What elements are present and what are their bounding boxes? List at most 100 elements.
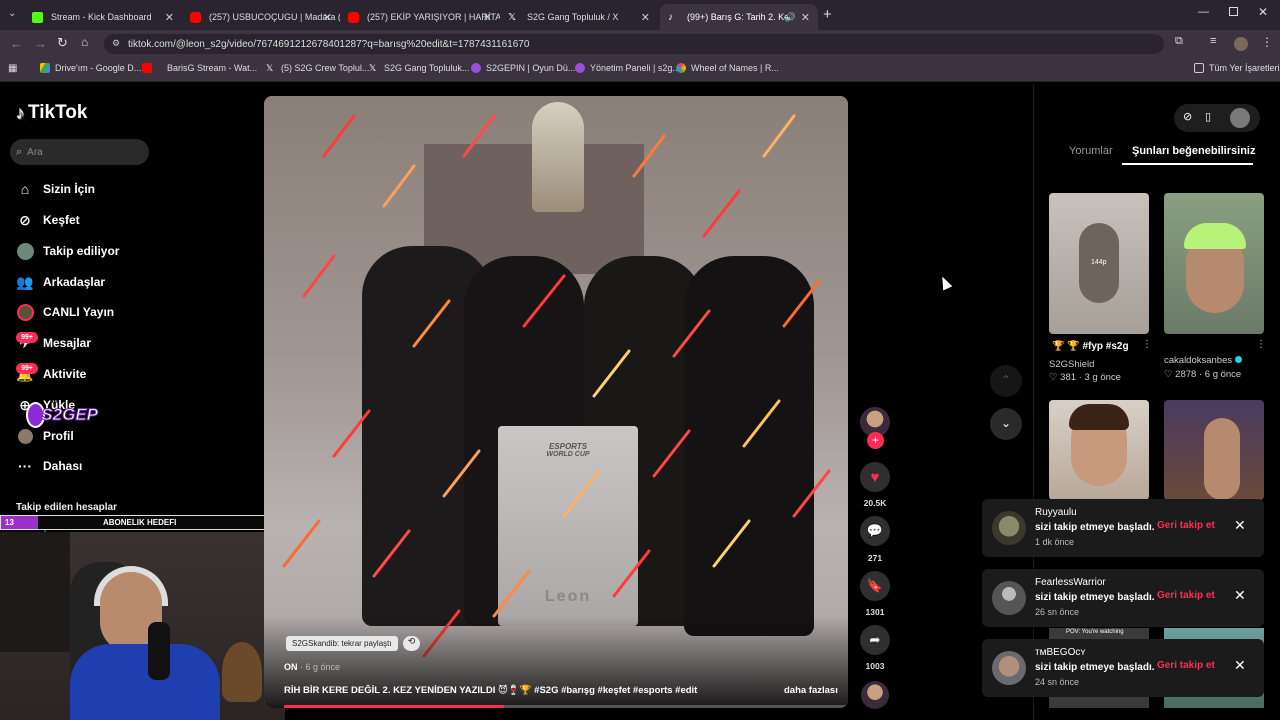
media-controls-icon[interactable]: ≡ <box>1210 35 1216 47</box>
avatar[interactable] <box>992 581 1026 615</box>
sound-avatar[interactable] <box>861 681 889 709</box>
close-tab-icon[interactable]: ✕ <box>165 11 174 24</box>
follow-plus-icon[interactable]: + <box>867 432 884 449</box>
search-input[interactable]: ⌕ Ara <box>10 139 149 165</box>
tiktok-favicon-icon: ♪ <box>668 11 673 23</box>
url-bar[interactable]: ⚙ tiktok.com/@leon_s2g/video/76746912126… <box>104 34 1164 54</box>
device-icon[interactable]: ▯ <box>1205 110 1211 123</box>
restore-button[interactable] <box>1229 7 1238 16</box>
back-icon[interactable]: ← <box>10 36 23 51</box>
caption-more-link[interactable]: daha fazlası <box>784 685 838 696</box>
user-avatar-icon[interactable] <box>1230 108 1250 128</box>
reload-icon[interactable]: ↻ <box>57 35 68 51</box>
friends-icon: 👥 <box>16 273 34 290</box>
video-author[interactable]: ON <box>284 662 298 672</box>
new-tab-button[interactable]: + <box>823 6 832 23</box>
extensions-icon[interactable]: ⧉ <box>1175 35 1183 48</box>
all-bookmarks[interactable]: Tüm Yer İşaretleri <box>1194 63 1280 73</box>
nav-friends[interactable]: 👥 Arkadaşlar <box>16 273 105 291</box>
home-icon[interactable]: ⌂ <box>81 35 88 49</box>
bookmark-item[interactable]: BarisG Stream - Wat... <box>142 63 257 73</box>
panel-icon <box>575 63 585 73</box>
video-options-icon[interactable]: ⋮ <box>1256 339 1266 350</box>
site-info-icon[interactable]: ⚙ <box>112 38 120 49</box>
bookmark-item[interactable]: Drive'ım - Google D... <box>40 63 141 73</box>
youtube-favicon-icon <box>190 11 201 23</box>
bookmark-item[interactable]: S2GEPIN | Oyun Dü... <box>471 63 575 73</box>
heart-outline-icon: ♡ <box>1049 372 1058 383</box>
bookmark-item[interactable]: Yönetim Paneli | s2g... <box>575 63 680 73</box>
close-tab-icon[interactable]: ✕ <box>641 11 650 24</box>
bookmark-item[interactable]: 𝕏 (5) S2G Crew Toplul... <box>266 63 369 73</box>
minimize-button[interactable]: — <box>1198 6 1209 18</box>
follow-notification[interactable]: ᴛᴍBEGOᴄʏ sizi takip etmeye başladı. 24 s… <box>982 639 1264 697</box>
profile-avatar-icon[interactable] <box>1234 37 1248 51</box>
close-icon[interactable]: ✕ <box>1234 657 1246 674</box>
tiktok-logo[interactable]: ♪ TikTok <box>16 102 87 124</box>
browser-tab[interactable]: Stream - Kick Dashboard ✕ <box>24 4 182 30</box>
share-button[interactable]: ➦ <box>860 625 890 655</box>
home-icon: ⌂ <box>20 181 30 197</box>
share-count: 1003 <box>865 661 885 671</box>
follow-back-button[interactable]: Geri takip et <box>1157 660 1215 671</box>
messages-badge: 99+ <box>16 332 38 343</box>
follow-back-button[interactable]: Geri takip et <box>1157 520 1215 531</box>
following-icon <box>16 242 34 260</box>
follow-notification[interactable]: FearlessWarrior sizi takip etmeye başlad… <box>982 569 1264 627</box>
apps-grid-icon[interactable]: ▦ <box>8 63 17 74</box>
close-tab-icon[interactable]: ✕ <box>801 11 810 24</box>
bookmark-item[interactable]: Wheel of Names | R... <box>676 63 779 73</box>
video-options-icon[interactable]: ⋮ <box>1142 339 1152 350</box>
recommended-video-title[interactable]: 🏆 🏆 #fyp #s2g <box>1052 341 1129 352</box>
nav-for-you[interactable]: ⌂ Sizin İçin <box>16 180 95 198</box>
recommended-video-thumbnail[interactable] <box>1164 193 1264 334</box>
browser-tab[interactable]: (257) USBUCOÇUGU | Madara ( ✕ <box>182 4 340 30</box>
nav-explore[interactable]: ⊘ Keşfet <box>16 211 80 229</box>
recommended-video-thumbnail[interactable]: 144p <box>1049 193 1149 334</box>
close-icon[interactable]: ✕ <box>1234 517 1246 534</box>
recommended-video-author[interactable]: cakaldoksanbes <box>1164 355 1242 366</box>
nav-following[interactable]: Takip ediliyor <box>16 242 119 260</box>
close-window-button[interactable]: ✕ <box>1258 5 1268 19</box>
follow-back-button[interactable]: Geri takip et <box>1157 590 1215 601</box>
previous-video-button[interactable]: ⌃ <box>990 365 1022 397</box>
share-icon: ➦ <box>869 632 881 647</box>
next-video-button[interactable]: ⌄ <box>990 408 1022 440</box>
thumb-hair <box>1069 404 1129 430</box>
bookmark-item[interactable]: 𝕏 S2G Gang Topluluk... <box>369 63 469 73</box>
tab-list-dropdown-icon[interactable]: ⌄ <box>8 8 16 19</box>
tab-you-may-like[interactable]: Şunları beğenebilirsiniz <box>1132 145 1255 157</box>
repost-icon[interactable]: ⟲ <box>403 636 420 651</box>
repost-chip[interactable]: S2GSkandib: tekrar paylaştı <box>286 636 398 651</box>
browser-tab[interactable]: (257) EKİP YARIŞIYOR | HARİTA ✕ <box>340 4 500 30</box>
recommended-video-thumbnail[interactable] <box>1049 400 1149 500</box>
avatar[interactable] <box>992 511 1026 545</box>
video-player[interactable]: ESPORTS WORLD CUP Leon S2GSkandib: tekra… <box>264 96 848 708</box>
recommended-video-author[interactable]: S2GShield <box>1049 359 1094 370</box>
tab-comments[interactable]: Yorumlar <box>1069 145 1113 157</box>
comment-button[interactable]: 💬 <box>860 516 890 546</box>
save-button[interactable]: 🔖 <box>860 571 890 601</box>
explore-mini-icon[interactable]: ⊘ <box>1183 110 1192 123</box>
browser-tab-active[interactable]: ♪ (99+) Barış G: Tarih 2. Kez Ye 🔊 ✕ <box>660 4 818 30</box>
close-tab-icon[interactable]: ✕ <box>483 11 492 24</box>
bookmark-icon: 🔖 <box>866 578 884 593</box>
forward-icon[interactable]: → <box>34 36 47 51</box>
browser-tab[interactable]: 𝕏 S2G Gang Topluluk / X ✕ <box>500 4 658 30</box>
save-count: 1301 <box>865 607 885 617</box>
comment-icon: 💬 <box>866 523 884 538</box>
recommended-video-thumbnail[interactable] <box>1164 400 1264 500</box>
audio-playing-icon[interactable]: 🔊 <box>785 12 796 23</box>
avatar[interactable] <box>992 651 1026 685</box>
close-tab-icon[interactable]: ✕ <box>323 11 332 24</box>
video-progress-track[interactable] <box>284 705 848 708</box>
tiktok-note-icon: ♪ <box>16 102 25 123</box>
nav-live[interactable]: CANLI Yayın <box>16 303 114 321</box>
follow-notification[interactable]: Ruyyaulu sizi takip etmeye başladı. 1 dk… <box>982 499 1264 557</box>
subscription-goal-bar: 13 ABONELIK HEDEFI 100 <box>0 515 283 530</box>
nav-more[interactable]: ··· Dahası <box>16 457 82 475</box>
close-icon[interactable]: ✕ <box>1234 587 1246 604</box>
like-button[interactable]: ♥ <box>860 462 890 492</box>
heart-outline-icon: ♡ <box>1164 369 1173 380</box>
browser-menu-icon[interactable]: ⋮ <box>1261 35 1273 49</box>
